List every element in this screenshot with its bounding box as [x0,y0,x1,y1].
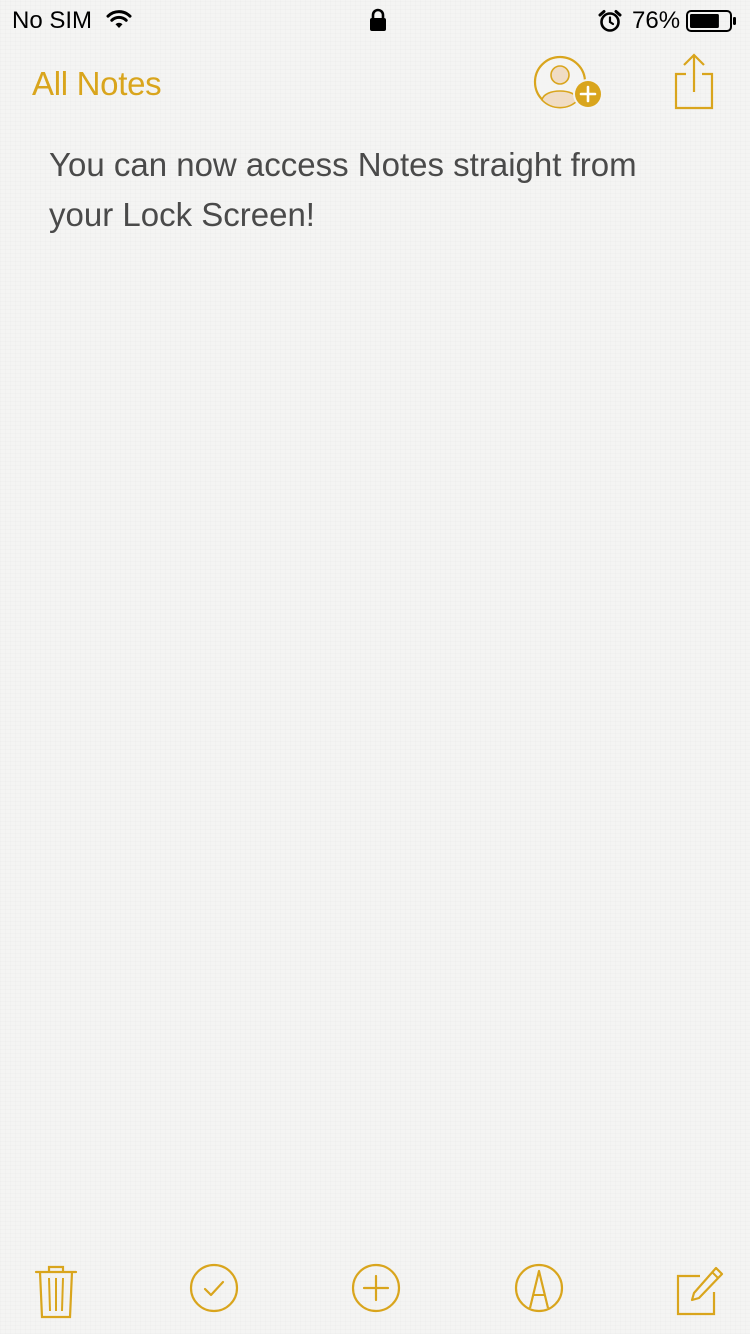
battery-percent: 76% [632,7,681,34]
checklist-icon[interactable] [186,1262,242,1322]
note-text[interactable]: You can now access Notes straight from y… [49,140,699,240]
status-bar: No SIM 76% [0,0,750,40]
add-people-icon[interactable] [532,54,608,114]
battery-icon [686,9,738,33]
share-icon[interactable] [672,52,716,112]
trash-icon[interactable] [28,1262,84,1322]
add-icon[interactable] [348,1262,404,1322]
carrier-label: No SIM [12,7,93,34]
all-notes-back-button[interactable]: All Notes [32,62,162,106]
alarm-icon [598,9,622,33]
markup-icon[interactable] [511,1262,567,1322]
compose-icon[interactable] [672,1262,728,1322]
bottom-toolbar [0,1250,750,1334]
wifi-icon [106,8,132,32]
lock-icon [368,8,388,32]
